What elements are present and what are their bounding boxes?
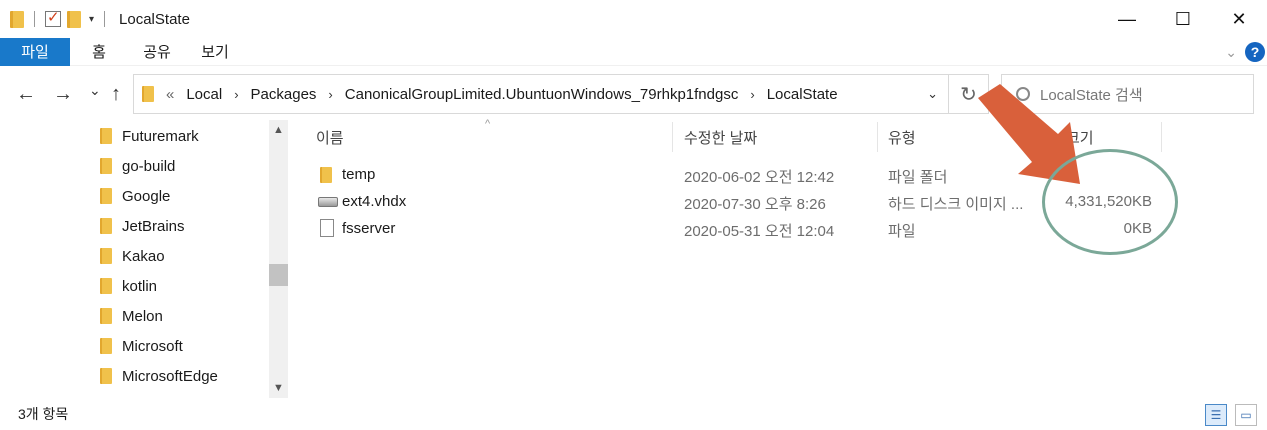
sidebar-item-kotlin[interactable]: kotlin	[100, 271, 157, 301]
file-date: 2020-07-30 오후 8:26	[684, 196, 826, 213]
scroll-up-icon[interactable]: ▲	[269, 120, 288, 140]
chevron-right-icon[interactable]: ›	[234, 87, 238, 102]
navigation-pane: Futuremark go-build Google JetBrains Kak…	[0, 120, 288, 398]
column-divider[interactable]	[877, 122, 878, 152]
scroll-down-icon[interactable]: ▼	[269, 378, 288, 398]
chevron-right-icon[interactable]: ›	[750, 87, 754, 102]
sidebar-item-kakao[interactable]: Kakao	[100, 241, 165, 271]
sidebar-item-label: go-build	[122, 157, 176, 175]
details-view-button[interactable]: ☰	[1205, 404, 1227, 426]
tab-home[interactable]: 홈	[70, 38, 128, 66]
large-icons-view-button[interactable]: ▭	[1235, 404, 1257, 426]
item-count: 3개 항목	[18, 406, 69, 422]
properties-icon[interactable]	[45, 8, 61, 27]
column-divider[interactable]	[672, 122, 673, 152]
file-name: fsserver	[342, 220, 396, 237]
folder-icon	[100, 308, 112, 324]
sidebar-item-label: kotlin	[122, 277, 158, 295]
expand-ribbon-icon[interactable]: ⌄	[1225, 44, 1237, 61]
status-bar: 3개 항목 ☰ ▭	[0, 398, 1267, 430]
tab-file[interactable]: 파일	[0, 37, 70, 66]
folder-icon	[100, 128, 112, 144]
file-name: temp	[342, 166, 376, 183]
breadcrumb-local[interactable]: Local	[186, 86, 222, 103]
column-header-date[interactable]: 수정한 날짜	[684, 122, 757, 152]
minimize-button[interactable]: —	[1099, 0, 1155, 38]
column-divider[interactable]	[1161, 122, 1162, 152]
breadcrumb-packages[interactable]: Packages	[251, 86, 317, 103]
folder-icon	[320, 167, 332, 183]
sidebar-item-label: MicrosoftEdge	[122, 367, 218, 385]
breadcrumb-overflow[interactable]: «	[166, 86, 174, 103]
sidebar-item-label: Melon	[122, 307, 163, 325]
sidebar-item-futuremark[interactable]: Futuremark	[100, 121, 199, 151]
folder-icon	[100, 248, 112, 264]
sidebar-item-label: Microsoft	[122, 337, 183, 355]
address-dropdown-icon[interactable]: ⌄	[927, 86, 938, 102]
folder-icon	[100, 368, 112, 384]
title-bar: ▾ LocalState — ☐ ✕	[0, 0, 1267, 38]
file-type: 하드 디스크 이미지 ...	[888, 196, 1024, 213]
disk-image-icon	[318, 197, 338, 207]
customize-toolbar-icon[interactable]: ▾	[89, 14, 94, 25]
file-type: 파일 폴더	[888, 169, 948, 186]
sidebar-scrollbar[interactable]: ▲ ▼	[269, 120, 288, 398]
ribbon-tabs: 파일 홈 공유 보기 ⌄ ?	[0, 37, 1267, 66]
sidebar-item-label: Futuremark	[122, 127, 199, 145]
sidebar-item-label: JetBrains	[122, 217, 185, 235]
address-bar[interactable]: « Local › Packages › CanonicalGroupLimit…	[133, 74, 949, 114]
file-row-fsserver[interactable]: fsserver 2020-05-31 오전 12:04 파일 0KB	[300, 216, 1170, 243]
folder-icon	[100, 218, 112, 234]
folder-icon	[100, 338, 112, 354]
help-icon[interactable]: ?	[1245, 42, 1265, 62]
scroll-thumb[interactable]	[269, 264, 288, 286]
folder-icon	[100, 158, 112, 174]
forward-button[interactable]: →	[53, 83, 73, 106]
up-button[interactable]: ↑	[111, 83, 121, 106]
sidebar-item-google[interactable]: Google	[100, 181, 170, 211]
sidebar-item-microsoft[interactable]: Microsoft	[100, 331, 183, 361]
file-name: ext4.vhdx	[342, 193, 407, 210]
file-type: 파일	[888, 223, 916, 240]
file-date: 2020-06-02 오전 12:42	[684, 169, 835, 186]
folder-icon	[100, 188, 112, 204]
file-icon	[320, 219, 334, 237]
sidebar-item-microsoftedge[interactable]: MicrosoftEdge	[100, 361, 218, 391]
breadcrumb-ubuntu-package[interactable]: CanonicalGroupLimited.UbuntuonWindows_79…	[345, 86, 739, 103]
window-title: LocalState	[119, 10, 190, 28]
back-button[interactable]: ←	[16, 83, 36, 106]
column-header-type[interactable]: 유형	[888, 122, 916, 152]
file-date: 2020-05-31 오전 12:04	[684, 223, 835, 240]
divider	[34, 11, 35, 27]
breadcrumb-localstate[interactable]: LocalState	[767, 86, 838, 103]
sidebar-item-melon[interactable]: Melon	[100, 301, 163, 331]
recent-locations-button[interactable]: ⌄	[89, 82, 101, 99]
tab-view[interactable]: 보기	[186, 38, 244, 66]
new-folder-icon[interactable]	[67, 10, 81, 28]
sidebar-item-jetbrains[interactable]: JetBrains	[100, 211, 185, 241]
sidebar-item-label: Kakao	[122, 247, 165, 265]
divider	[104, 11, 106, 27]
close-button[interactable]: ✕	[1211, 0, 1267, 38]
tab-share[interactable]: 공유	[128, 38, 186, 66]
sidebar-item-go-build[interactable]: go-build	[100, 151, 175, 181]
chevron-right-icon[interactable]: ›	[328, 87, 332, 102]
sidebar-item-label: Google	[122, 187, 171, 205]
maximize-button[interactable]: ☐	[1155, 0, 1211, 38]
column-header-name[interactable]: 이름	[316, 122, 344, 152]
quick-access-toolbar: ▾ LocalState	[10, 8, 190, 28]
folder-icon	[100, 278, 112, 294]
annotation-circle	[1042, 149, 1178, 255]
sort-ascending-icon: ^	[485, 118, 491, 130]
folder-icon	[142, 86, 154, 102]
folder-icon	[10, 10, 24, 28]
